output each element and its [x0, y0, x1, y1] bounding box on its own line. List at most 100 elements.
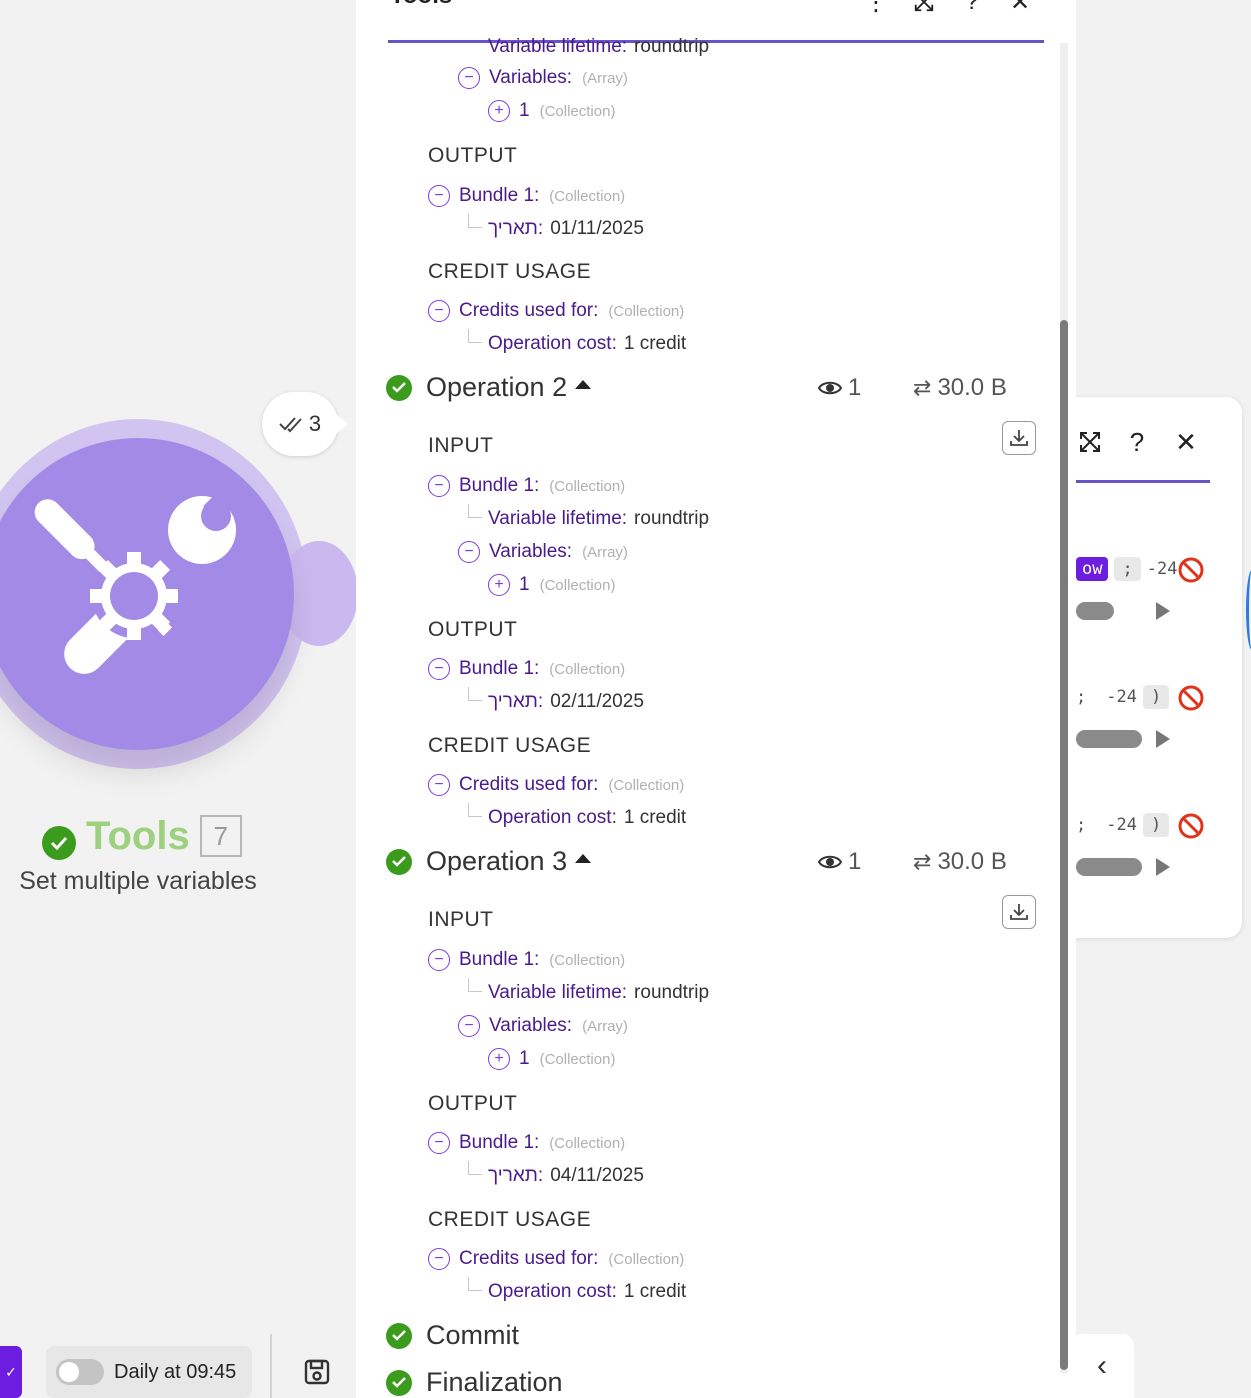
tree-row[interactable]: − Bundle 1: (Collection) — [428, 658, 625, 680]
operation-cost-value: 1 credit — [623, 807, 687, 828]
value-text: -24 — [1106, 687, 1137, 707]
check-icon — [386, 1322, 412, 1349]
more-icon[interactable]: ⋮ — [861, 0, 891, 16]
variable-lifetime-value: roundtrip — [634, 36, 710, 57]
tree-connector — [468, 1277, 482, 1291]
tree-row[interactable]: − Credits used for: (Collection) — [428, 774, 684, 796]
item-key: 1 — [519, 574, 530, 595]
plus-circle-icon[interactable]: + — [488, 100, 510, 122]
tree-row[interactable]: − Credits used for: (Collection) — [428, 300, 684, 322]
tree-row[interactable]: − Bundle 1: (Collection) — [428, 185, 625, 207]
play-icon[interactable] — [1156, 858, 1170, 876]
minus-circle-icon[interactable]: − — [428, 1132, 450, 1154]
download-icon — [1010, 904, 1028, 920]
tree-row[interactable]: + 1 (Collection) — [488, 1048, 615, 1070]
help-icon[interactable]: ? — [1123, 427, 1151, 457]
edge-marker — [1246, 570, 1251, 650]
save-icon[interactable] — [303, 1358, 331, 1386]
tree-row[interactable]: − Variables: (Array) — [458, 1015, 628, 1037]
minus-circle-icon[interactable]: − — [428, 1248, 450, 1270]
slider-bar[interactable] — [1076, 730, 1142, 748]
module-id-badge: 7 — [199, 815, 242, 857]
caret-up-icon[interactable] — [575, 854, 592, 863]
type-label: (Array) — [582, 1017, 628, 1035]
commit-row[interactable]: Commit — [386, 1320, 519, 1351]
tree-row[interactable]: + 1 (Collection) — [488, 100, 615, 122]
ban-icon[interactable] — [1177, 684, 1205, 712]
operations-count-bubble[interactable]: 3 — [262, 392, 348, 456]
operation-title: Operation 2 — [426, 372, 568, 402]
minus-circle-icon[interactable]: − — [458, 67, 480, 89]
caret-up-icon[interactable] — [575, 380, 592, 389]
minus-circle-icon[interactable]: − — [428, 185, 450, 207]
tree-row[interactable]: − Bundle 1: (Collection) — [428, 1132, 625, 1154]
type-label: (Collection) — [549, 187, 626, 205]
views-count: 1 — [848, 848, 862, 875]
expand-icon[interactable] — [1076, 428, 1104, 456]
tree-row[interactable]: − Bundle 1: (Collection) — [428, 949, 625, 971]
tools-icon — [34, 490, 241, 678]
type-label: (Collection) — [608, 302, 685, 320]
tree-connector — [468, 214, 482, 228]
tree-row[interactable]: − Variables: (Array) — [458, 67, 628, 89]
variable-lifetime-key: Variable lifetime: — [488, 36, 628, 57]
download-button[interactable] — [1002, 895, 1036, 929]
help-icon[interactable]: ? — [957, 0, 987, 15]
type-label: (Collection) — [608, 1250, 685, 1268]
tree-row[interactable]: − Variables: (Array) — [458, 541, 628, 563]
slider-bar[interactable] — [1076, 602, 1114, 620]
operation-header[interactable]: Operation 3 — [386, 846, 592, 877]
tree-row: Variable lifetime: roundtrip — [488, 508, 709, 530]
ban-icon[interactable] — [1177, 812, 1205, 840]
play-icon[interactable] — [1156, 730, 1170, 748]
bundle-key: Bundle 1: — [459, 475, 540, 496]
value-text: -24 — [1106, 815, 1137, 835]
minus-circle-icon[interactable]: − — [458, 1015, 480, 1037]
tree-row[interactable]: − Credits used for: (Collection) — [428, 1248, 684, 1270]
minus-circle-icon[interactable]: − — [428, 658, 450, 680]
run-once-button[interactable]: ✓ — [0, 1346, 22, 1398]
minus-circle-icon[interactable]: − — [428, 774, 450, 796]
close-paren-chip: ) — [1142, 685, 1170, 709]
operation-header[interactable]: Operation 2 — [386, 372, 592, 403]
play-icon[interactable] — [1156, 602, 1170, 620]
filter-row-2: ; -24 ) — [1076, 685, 1170, 709]
check-icon — [386, 374, 412, 401]
scrollbar-thumb[interactable] — [1060, 320, 1068, 1370]
operator-chip[interactable]: ow — [1076, 557, 1109, 581]
minus-circle-icon[interactable]: − — [428, 300, 450, 322]
credits-key: Credits used for: — [459, 300, 599, 321]
date-value: 02/11/2025 — [550, 691, 644, 712]
chevron-left-icon[interactable]: ‹ — [1070, 1334, 1134, 1398]
plus-circle-icon[interactable]: + — [488, 574, 510, 596]
tree-connector — [468, 687, 482, 701]
minus-circle-icon[interactable]: − — [458, 541, 480, 563]
type-label: (Collection) — [549, 660, 626, 678]
schedule-control[interactable]: Daily at 09:45 — [46, 1346, 252, 1398]
expand-icon[interactable] — [909, 0, 939, 14]
operation-views: 1 — [818, 374, 861, 402]
minus-circle-icon[interactable]: − — [428, 475, 450, 497]
download-button[interactable] — [1002, 421, 1036, 455]
close-icon[interactable]: ✕ — [1172, 427, 1200, 457]
variable-lifetime-value: roundtrip — [634, 982, 710, 1003]
tree-row[interactable]: + 1 (Collection) — [488, 574, 615, 596]
plus-circle-icon[interactable]: + — [488, 1048, 510, 1070]
operation-cost-key: Operation cost: — [488, 333, 617, 354]
date-key: תאריך: — [488, 218, 544, 239]
size-value: 30.0 B — [937, 374, 1007, 401]
minus-circle-icon[interactable]: − — [428, 949, 450, 971]
type-label: (Collection) — [539, 1050, 616, 1068]
variable-lifetime-key: Variable lifetime: — [488, 982, 628, 1003]
tree-connector — [468, 978, 482, 992]
slider-bar[interactable] — [1076, 858, 1142, 876]
item-key: 1 — [519, 1048, 530, 1069]
tree-row[interactable]: − Bundle 1: (Collection) — [428, 475, 625, 497]
close-icon[interactable]: ✕ — [1005, 0, 1035, 16]
operation-title: Operation 3 — [426, 846, 568, 876]
ban-icon[interactable] — [1177, 556, 1205, 584]
schedule-toggle[interactable] — [56, 1359, 104, 1385]
finalization-row[interactable]: Finalization — [386, 1367, 563, 1398]
type-label: (Array) — [582, 69, 628, 87]
tree-row: תאריך: 02/11/2025 — [488, 691, 644, 713]
